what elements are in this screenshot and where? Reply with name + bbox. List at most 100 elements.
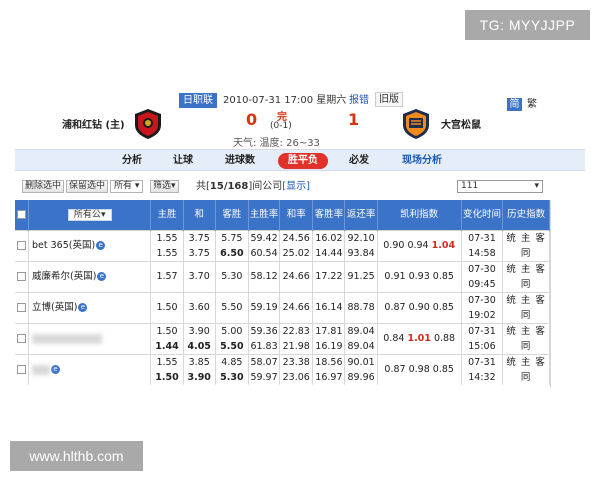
rate-home: 60.54 [248, 245, 281, 261]
kelly-index: 0.84 1.01 0.88 [377, 322, 462, 354]
header-company[interactable]: 所有公▾ [28, 200, 152, 230]
header-away-rate: 客胜率 [312, 200, 346, 230]
return-rate: 90.01 [344, 353, 378, 370]
rate-away: 17.81 [312, 322, 346, 339]
odds-away: 5.00 [215, 322, 249, 339]
rate-draw: 25.02 [279, 245, 314, 261]
odds-draw: 3.70 [183, 260, 216, 292]
header-draw: 和 [183, 200, 216, 230]
show-link[interactable]: [显示] [282, 181, 310, 192]
row-checkbox[interactable] [16, 334, 26, 343]
header-change-time: 变化时间 [461, 200, 504, 230]
odds-home: 1.50 [150, 369, 184, 385]
tab-betfair[interactable]: 必发 [349, 153, 369, 169]
history-links[interactable]: 统 主 客 同 [502, 229, 550, 261]
company-name[interactable]: 威廉希尔(英国) e [28, 260, 152, 292]
rate-draw: 21.98 [279, 338, 314, 354]
info-icon[interactable]: e [50, 365, 60, 374]
odds-away: 5.30 [215, 260, 249, 292]
header-away-win: 客胜 [215, 200, 249, 230]
company-name-blurred[interactable] [28, 322, 152, 354]
odds-table: 所有公▾ 主胜 和 客胜 主胜率 和率 客胜率 返还率 凯利指数 变化时间 历史… [15, 200, 550, 385]
analysis-nav-bar: 分析 让球 进球数 胜平负 必发 现场分析 [15, 149, 585, 171]
row-select[interactable] [15, 322, 30, 354]
report-error-link[interactable]: 报错 [349, 93, 369, 108]
row-checkbox[interactable] [16, 303, 26, 312]
filter-button[interactable]: 筛选▾ [150, 180, 179, 193]
simplified-chinese-toggle[interactable]: 简 [507, 98, 522, 111]
league-badge[interactable]: 日职联 [179, 93, 217, 108]
odds-draw: 3.85 [183, 353, 216, 370]
rate-home: 59.19 [248, 291, 281, 323]
change-time: 07-30 09:45 [461, 260, 504, 292]
kelly-index: 0.91 0.93 0.85 [377, 260, 462, 292]
header-home-rate: 主胜率 [248, 200, 281, 230]
info-icon[interactable]: e [97, 272, 107, 281]
tab-handicap[interactable]: 让球 [173, 153, 193, 169]
table-row[interactable]: 1.50 3.90 5.00 59.36 22.83 17.81 89.04 0… [15, 322, 550, 354]
odds-draw: 3.90 [183, 369, 216, 385]
row-select[interactable] [15, 353, 30, 385]
traditional-chinese-toggle[interactable]: 繁 [527, 98, 537, 111]
odds-home: 1.50 [150, 291, 184, 323]
header-kelly: 凯利指数 [377, 200, 462, 230]
table-row[interactable]: 威廉希尔(英国) e 1.57 3.70 5.30 58.12 24.66 17.… [15, 260, 550, 292]
company-filter-select[interactable]: 所有 ▾ [110, 180, 144, 193]
away-team-name[interactable]: 大宫松鼠 [441, 116, 481, 131]
history-links[interactable]: 统 主 客 同 [502, 291, 550, 323]
odds-draw: 3.90 [183, 322, 216, 339]
tab-win-draw-lose[interactable]: 胜平负 [278, 153, 328, 169]
kelly-index: 0.87 0.98 0.85 [377, 353, 462, 385]
rate-draw: 24.66 [279, 291, 314, 323]
odds-away: 5.50 [215, 291, 249, 323]
header-home-win: 主胜 [150, 200, 184, 230]
header-return-rate: 返还率 [344, 200, 378, 230]
rate-draw: 23.06 [279, 369, 314, 385]
table-row[interactable]: bet 365(英国) e 1.55 3.75 5.75 59.42 24.56 … [15, 229, 550, 261]
all-companies-select[interactable]: 所有公▾ [67, 208, 112, 221]
match-datetime: 2010-07-31 17:00 星期六 [223, 95, 347, 106]
row-checkbox[interactable] [16, 241, 26, 250]
change-time: 07-31 15:06 [461, 322, 504, 354]
company-name[interactable]: 立博(英国) e [28, 291, 152, 323]
history-links[interactable]: 统 主 客 同 [502, 353, 550, 385]
row-checkbox[interactable] [16, 365, 26, 374]
return-rate: 89.04 [344, 338, 378, 354]
company-name-blurred[interactable]: e [28, 353, 152, 385]
row-select[interactable] [15, 229, 30, 261]
tab-analysis[interactable]: 分析 [122, 153, 142, 169]
row-select[interactable] [15, 291, 30, 323]
rate-home: 61.83 [248, 338, 281, 354]
header-select-all[interactable] [15, 200, 30, 230]
keep-selected-button[interactable]: 保留选中 [66, 180, 109, 193]
rate-home: 59.97 [248, 369, 281, 385]
return-rate: 88.78 [344, 291, 378, 323]
company-name[interactable]: bet 365(英国) e [28, 229, 152, 261]
watermark-bottom: www.hlthb.com [10, 441, 143, 471]
odds-home: 1.55 [150, 229, 184, 246]
bookmaker-group-select[interactable]: 111 ▾ [457, 180, 543, 193]
history-links[interactable]: 统 主 客 同 [502, 260, 550, 292]
rate-home: 58.07 [248, 353, 281, 370]
old-version-button[interactable]: 旧版 [375, 92, 403, 107]
info-icon[interactable]: e [96, 241, 106, 250]
rate-home: 58.12 [248, 260, 281, 292]
change-time: 07-31 14:32 [461, 353, 504, 385]
table-row[interactable]: 立博(英国) e 1.50 3.60 5.50 59.19 24.66 16.14… [15, 291, 550, 323]
info-icon[interactable]: e [78, 303, 88, 312]
home-team-name[interactable]: 浦和红钻 (主) [62, 116, 125, 131]
row-checkbox[interactable] [16, 272, 26, 281]
tab-live-analysis[interactable]: 现场分析 [402, 153, 442, 169]
delete-selected-button[interactable]: 删除选中 [22, 180, 65, 193]
header-history: 历史指数 [502, 200, 550, 230]
select-all-checkbox[interactable] [16, 210, 26, 220]
kelly-index: 0.87 0.90 0.85 [377, 291, 462, 323]
change-time: 07-30 19:02 [461, 291, 504, 323]
row-select[interactable] [15, 260, 30, 292]
return-rate: 93.84 [344, 245, 378, 261]
rate-away: 16.97 [312, 369, 346, 385]
table-right-border [550, 200, 551, 388]
history-links[interactable]: 统 主 客 同 [502, 322, 550, 354]
tab-total-goals[interactable]: 进球数 [225, 153, 255, 169]
table-row[interactable]: e 1.55 3.85 4.85 58.07 23.38 18.56 90.01… [15, 353, 550, 385]
